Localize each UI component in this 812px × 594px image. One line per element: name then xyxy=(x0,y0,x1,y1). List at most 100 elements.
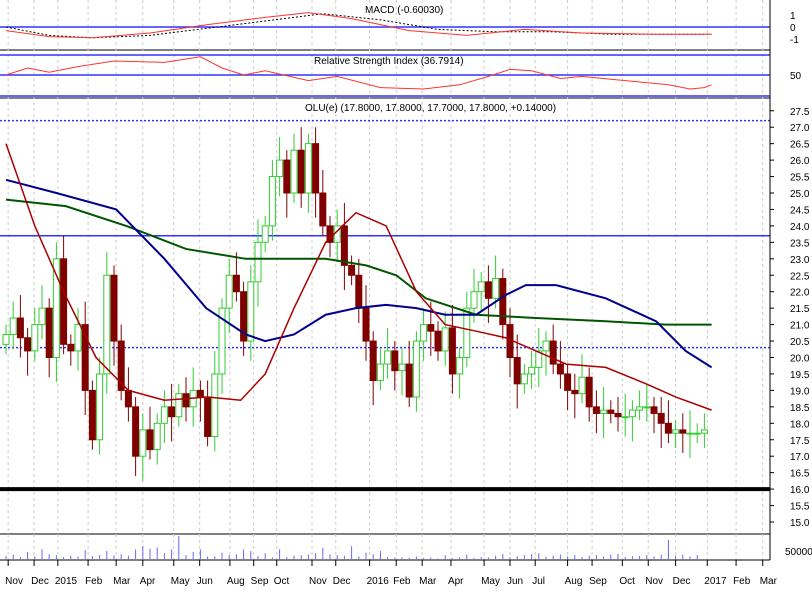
candle-body xyxy=(585,376,593,408)
stock-chart: Nov Dec 2015 Feb Mar Apr May Jun Aug Sep Oct Nov Dec… xyxy=(0,0,812,594)
macd-tick-label: -1 xyxy=(790,35,799,46)
y-tick-label: 20.5 xyxy=(790,337,810,348)
candle-body xyxy=(132,406,140,457)
candle-body xyxy=(45,307,53,358)
macd-panel xyxy=(0,12,770,39)
candle-body xyxy=(211,373,219,437)
candle-body xyxy=(88,389,96,441)
x-tick-label: 2015 xyxy=(55,576,78,587)
candle-body xyxy=(470,291,478,309)
candle-body xyxy=(16,317,24,339)
y-tick-label: 17.5 xyxy=(790,436,810,447)
chart-svg: Nov Dec 2015 Feb Mar Apr May Jun Aug Sep Oct Nov Dec… xyxy=(0,0,812,587)
volume-panel xyxy=(5,536,698,559)
y-tick-label: 27.0 xyxy=(790,123,810,134)
candle-body xyxy=(254,241,262,283)
candle-body xyxy=(369,340,377,382)
candle-body xyxy=(549,340,557,365)
y-tick-label: 25.5 xyxy=(790,173,810,184)
candle-body xyxy=(693,432,701,435)
macd-tick-label: 0 xyxy=(790,23,796,34)
candle-body xyxy=(542,340,550,352)
x-tick-label: Jun xyxy=(507,576,523,587)
candle-body xyxy=(636,406,644,411)
candle-body xyxy=(362,307,370,342)
y-tick-label: 21.0 xyxy=(790,321,810,332)
candle-body xyxy=(225,274,233,309)
y-tick-label: 19.5 xyxy=(790,370,810,381)
candle-body xyxy=(412,340,420,398)
x-tick-label: Sep xyxy=(251,576,269,587)
x-tick-label: Feb xyxy=(393,576,411,587)
macd-signal-line xyxy=(5,13,712,39)
candle-body xyxy=(628,409,636,418)
y-tick-label: 21.5 xyxy=(790,304,810,315)
y-tick-label: 16.0 xyxy=(790,485,810,496)
candle-body xyxy=(67,343,75,352)
candle-body xyxy=(60,258,68,345)
macd-tick-label: 1 xyxy=(790,11,796,22)
y-tick-label: 22.0 xyxy=(790,288,810,299)
candle-body xyxy=(376,363,384,382)
candle-body xyxy=(110,274,118,342)
candle-body xyxy=(441,327,449,352)
candle-body xyxy=(124,389,132,408)
y-tick-label: 19.0 xyxy=(790,386,810,397)
x-tick-label: Oct xyxy=(619,576,635,587)
x-tick-label: Nov xyxy=(645,576,663,587)
y-tick-label: 26.0 xyxy=(790,156,810,167)
candle-body xyxy=(520,373,528,385)
candle-body xyxy=(456,357,464,375)
candle-body xyxy=(312,143,320,194)
candle-body xyxy=(319,192,327,227)
candle-body xyxy=(168,406,176,418)
x-tick-label: Aug xyxy=(227,576,245,587)
x-tick-label: Mar xyxy=(419,576,437,587)
candle-body xyxy=(160,406,168,424)
candle-body xyxy=(355,274,363,309)
candle-body xyxy=(499,278,507,326)
price-title: OLU(e) (17.8000, 17.8000, 17.7000, 17.80… xyxy=(305,103,556,114)
candle-body xyxy=(484,281,492,299)
candle-body xyxy=(578,376,586,395)
x-tick-label: 2016 xyxy=(367,576,390,587)
candle-body xyxy=(196,389,204,398)
candle-body xyxy=(528,366,536,375)
x-tick-label: Jun xyxy=(197,576,213,587)
macd-label: MACD (-0.60030) xyxy=(365,5,443,16)
y-tick-label: 15.5 xyxy=(790,502,810,513)
x-tick-label: May xyxy=(171,576,190,587)
candle-body xyxy=(2,333,10,345)
candle-body xyxy=(340,225,348,266)
candle-body xyxy=(146,429,154,451)
candle-body xyxy=(657,412,665,424)
candle-body xyxy=(398,363,406,372)
candle-body xyxy=(607,409,615,414)
candle-body xyxy=(650,406,658,414)
candle-body xyxy=(182,393,190,408)
price-panel xyxy=(0,119,770,492)
y-tick-label: 24.0 xyxy=(790,222,810,233)
candle-body xyxy=(492,278,500,299)
candle-body xyxy=(290,149,298,194)
y-tick-label: 24.5 xyxy=(790,205,810,216)
candle-body xyxy=(643,406,651,409)
rsi-label: Relative Strength Index (36.7914) xyxy=(314,56,464,67)
candle-body xyxy=(391,350,399,372)
candle-body xyxy=(513,357,521,385)
candle-body xyxy=(664,422,672,434)
candle-body xyxy=(96,373,104,441)
x-tick-label: Nov xyxy=(309,576,327,587)
candle-body xyxy=(276,159,284,178)
candle-body xyxy=(232,274,240,293)
candle-body xyxy=(297,149,305,194)
candle-body xyxy=(9,317,17,335)
y-tick-label: 20.0 xyxy=(790,354,810,365)
x-tick-label: Feb xyxy=(733,576,751,587)
x-tick-label: Apr xyxy=(448,576,464,587)
candle-body xyxy=(448,327,456,375)
candle-body xyxy=(621,416,629,419)
candle-body xyxy=(261,225,269,243)
candle-body xyxy=(247,281,255,342)
candle-body xyxy=(38,307,46,326)
